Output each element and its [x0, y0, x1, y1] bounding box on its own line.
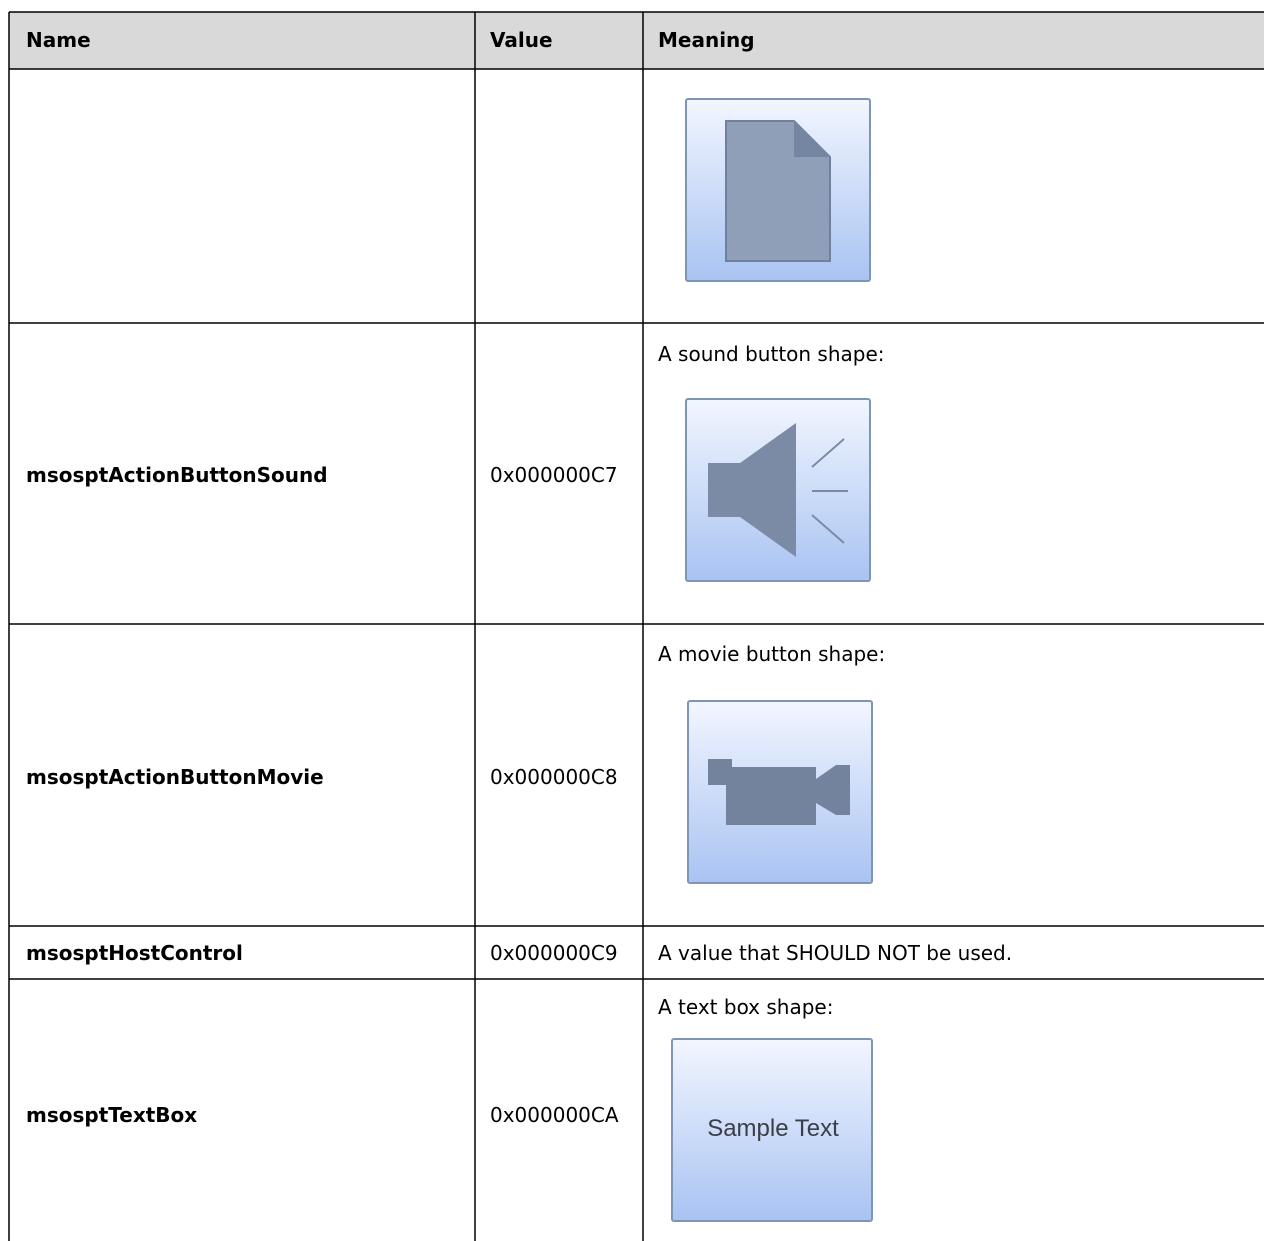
text-box-icon: Sample Text	[670, 1037, 876, 1231]
column-header-name: Name	[26, 28, 91, 52]
table-grid-lines	[8, 11, 1264, 1241]
column-header-value: Value	[490, 28, 553, 52]
row-value-text-box: 0x000000CA	[490, 1103, 619, 1127]
row-meaning-text-box: A text box shape:	[658, 995, 834, 1019]
header-background	[9, 12, 1264, 69]
row-meaning-sound: A sound button shape:	[658, 342, 885, 366]
row-name-host-control: msosptHostControl	[26, 941, 243, 965]
row-name-movie: msosptActionButtonMovie	[26, 765, 324, 789]
sound-speaker-icon	[684, 397, 874, 589]
text-box-sample-text: Sample Text	[707, 1115, 839, 1142]
document-button-icon	[684, 97, 874, 289]
row-value-movie: 0x000000C8	[490, 765, 618, 789]
row-value-sound: 0x000000C7	[490, 463, 618, 487]
row-meaning-host-control: A value that SHOULD NOT be used.	[658, 941, 1013, 965]
row-meaning-movie: A movie button shape:	[658, 642, 886, 666]
column-header-meaning: Meaning	[658, 28, 755, 52]
row-name-text-box: msosptTextBox	[26, 1103, 198, 1127]
row-name-sound: msosptActionButtonSound	[26, 463, 328, 487]
row-value-host-control: 0x000000C9	[490, 941, 618, 965]
movie-camera-icon	[686, 699, 876, 891]
